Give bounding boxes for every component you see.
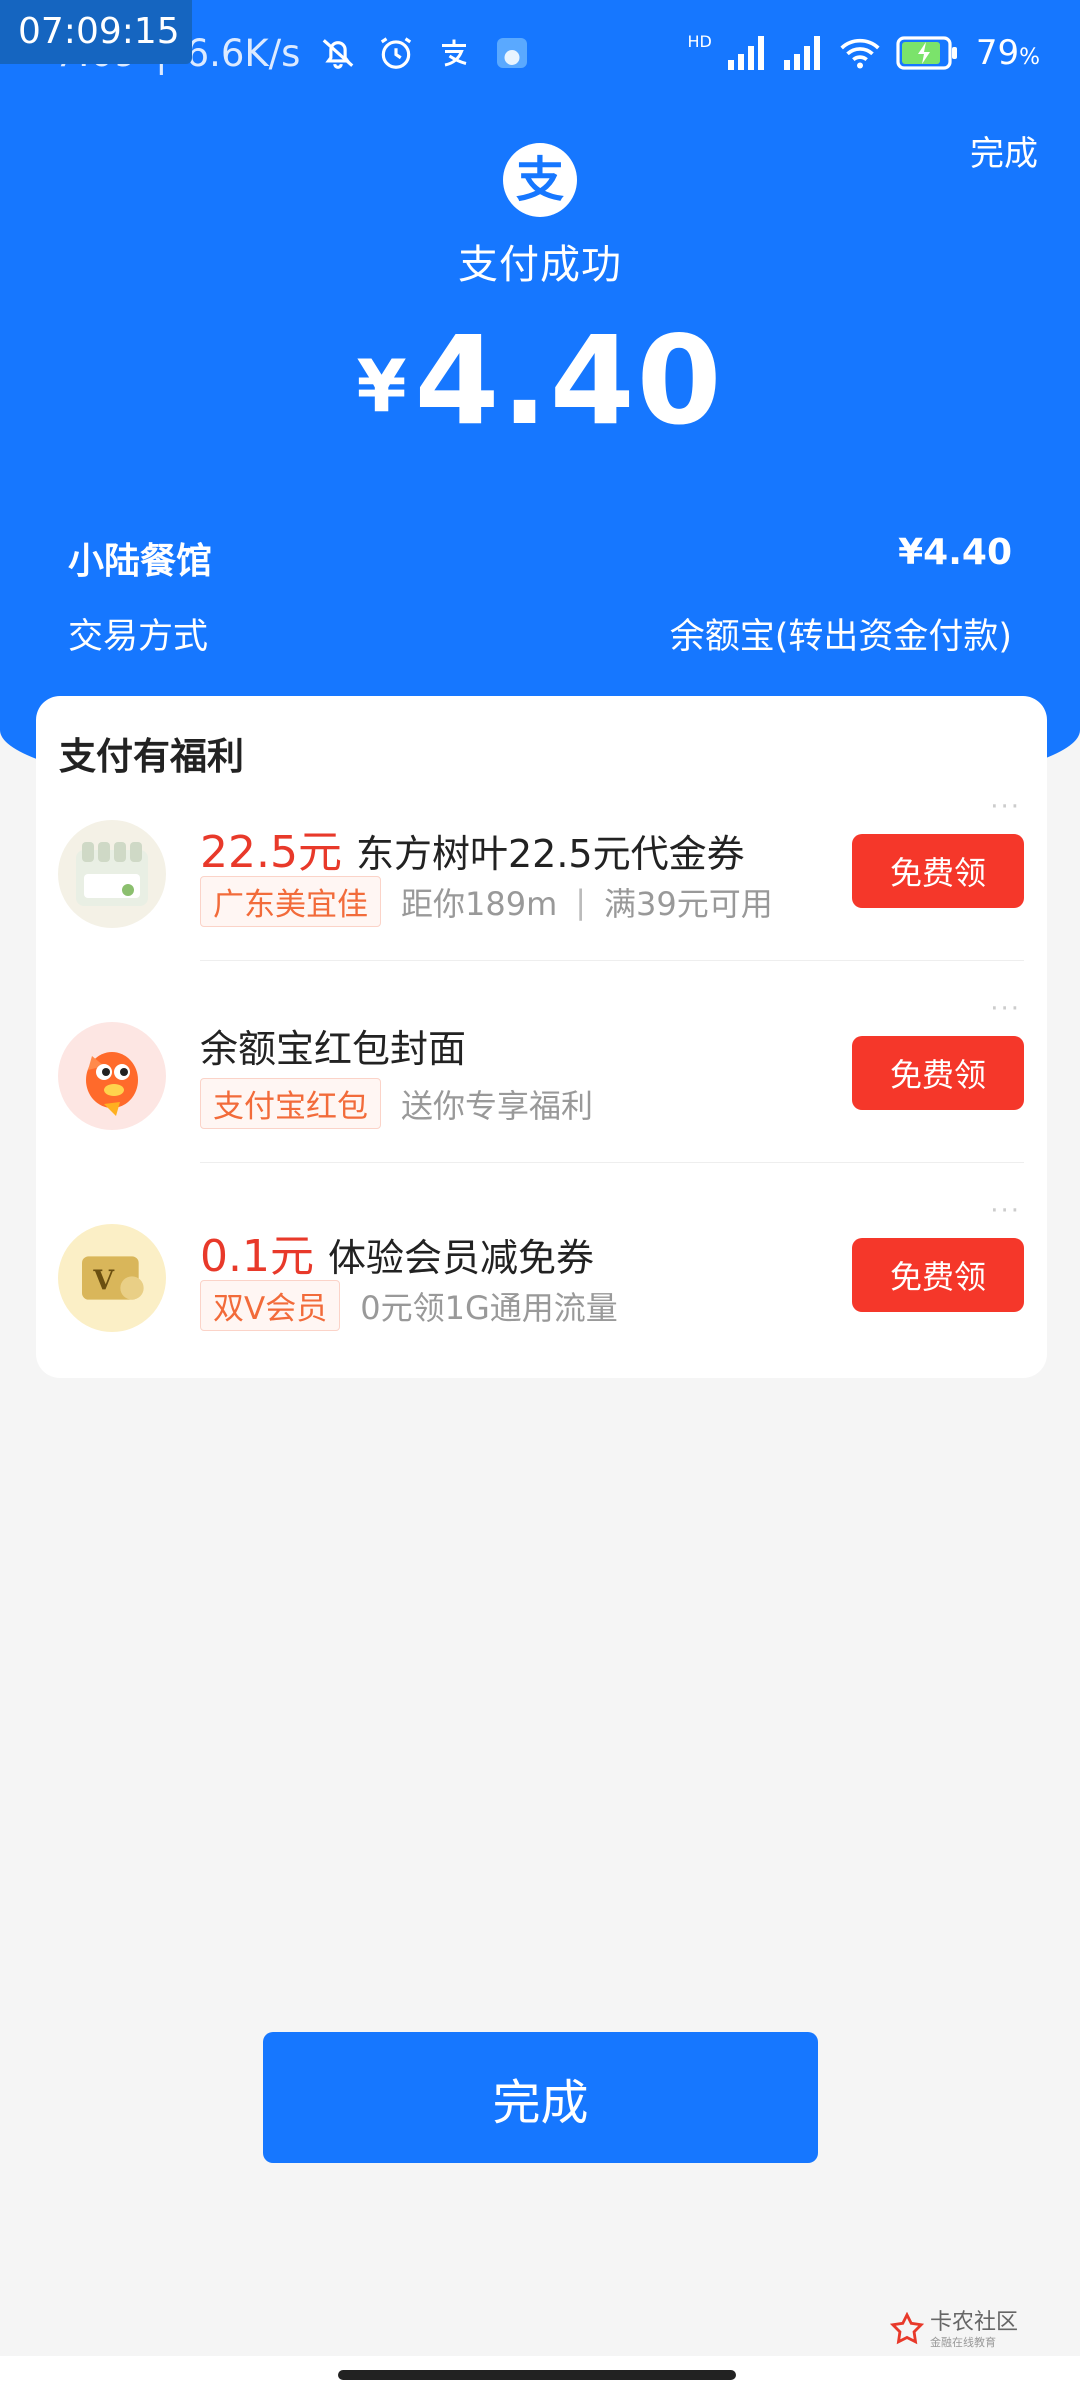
offer-desc-line: 双V会员 0元领1G通用流量 [200, 1280, 618, 1331]
offer-tag: 支付宝红包 [200, 1078, 381, 1129]
offer-item[interactable]: ··· V 0.1元 体验会员减免券 双V会员 0元领1G通用流量 免费领 [36, 1196, 1047, 1396]
offer-item[interactable]: ··· 余额宝红包封面 支付宝红包 送你专享福利 免费领 [36, 994, 1047, 1194]
offer-tag: 广东美宜佳 [200, 876, 381, 927]
payment-success-title: 支付成功 [458, 242, 622, 288]
alipay-logo-char: 支 [515, 152, 564, 208]
more-dots-icon[interactable]: ··· [990, 792, 1021, 822]
watermark-subtext: 金融在线教育 [929, 2336, 996, 2349]
payment-method-row: 交易方式 余额宝(转出资金付款) [68, 608, 1012, 659]
done-button[interactable]: 完成 [263, 2032, 818, 2163]
network-speed: 6.6K/s [185, 31, 301, 75]
alipay-icon [434, 33, 474, 73]
battery-percent-value: 79 [975, 33, 1020, 73]
payment-method-value: 余额宝(转出资金付款) [669, 617, 1012, 657]
offer-title: 余额宝红包封面 [200, 1027, 467, 1071]
battery-percent: 79% [976, 33, 1040, 73]
more-dots-icon[interactable]: ··· [990, 1196, 1021, 1226]
mute-bell-icon [318, 33, 358, 73]
currency-symbol: ¥ [356, 344, 407, 428]
offer-separator: | [575, 882, 587, 921]
more-dots-icon[interactable]: ··· [990, 994, 1021, 1024]
payment-method-label: 交易方式 [68, 617, 209, 657]
offer-price: 22.5元 [200, 827, 342, 878]
fish-mascot-icon [58, 1022, 166, 1130]
benefits-title: 支付有福利 [59, 735, 244, 778]
divider [200, 1162, 1024, 1163]
v-card-icon: V [58, 1224, 166, 1332]
battery-percent-unit: % [1019, 45, 1040, 70]
payment-amount: ¥4.40 [0, 310, 1080, 452]
home-indicator[interactable] [338, 2370, 736, 2380]
watermark-text: 卡农社区 [929, 2310, 1018, 2335]
merchant-amount: ¥4.40 [898, 532, 1012, 573]
offer-title-line: 0.1元 体验会员减免券 [200, 1220, 594, 1284]
offer-title-line: 22.5元 东方树叶22.5元代金券 [200, 816, 745, 880]
offer-tag: 双V会员 [200, 1280, 341, 1331]
offer-desc-line: 支付宝红包 送你专享福利 [200, 1078, 593, 1129]
amount-value: 4.40 [414, 310, 724, 452]
top-done-link[interactable]: 完成 [970, 126, 1038, 175]
offer-title: 体验会员减免券 [327, 1236, 594, 1280]
offer-price: 0.1元 [200, 1231, 314, 1282]
clock-overlay: 07:09:15 [0, 0, 192, 64]
divider [200, 960, 1024, 961]
app-icon [492, 33, 532, 73]
merchant-name: 小陆餐馆 [68, 541, 213, 582]
tea-bottles-icon [58, 820, 166, 928]
offer-item[interactable]: ··· 22.5元 东方树叶22.5元代金券 广东美宜佳 距你189m | 满39… [36, 792, 1047, 992]
benefits-card: 支付有福利 ··· 22.5元 东方树叶22.5元代金券 广东美宜佳 距你189m… [36, 696, 1047, 1378]
alipay-logo-icon: 支 [503, 143, 577, 217]
watermark-text-group: 卡农社区 金融在线教育 [930, 2312, 1018, 2350]
signal-icon [783, 33, 824, 73]
claim-button[interactable]: 免费领 [852, 834, 1024, 908]
battery-icon [896, 33, 960, 73]
offer-desc: 送你专享福利 [401, 1086, 594, 1125]
claim-button[interactable]: 免费领 [852, 1036, 1024, 1110]
kanong-logo-icon [889, 2311, 925, 2350]
wifi-icon [840, 33, 880, 73]
claim-button[interactable]: 免费领 [852, 1238, 1024, 1312]
signal-icon [727, 33, 768, 73]
hd-label: HD [687, 32, 712, 51]
status-right: HD 79% [687, 28, 1040, 78]
offer-distance: 距你189m [401, 884, 558, 923]
offer-title-line: 余额宝红包封面 [200, 1018, 466, 1073]
offer-condition: 满39元可用 [604, 884, 773, 923]
svg-text:V: V [92, 1266, 115, 1297]
alarm-icon [376, 33, 416, 73]
offer-desc: 0元领1G通用流量 [360, 1288, 618, 1327]
offer-title: 东方树叶22.5元代金券 [355, 832, 745, 876]
merchant-row: 小陆餐馆 ¥4.40 [68, 532, 1012, 584]
offer-desc-line: 广东美宜佳 距你189m | 满39元可用 [200, 876, 773, 927]
watermark: 卡农社区 金融在线教育 [889, 2311, 1018, 2350]
